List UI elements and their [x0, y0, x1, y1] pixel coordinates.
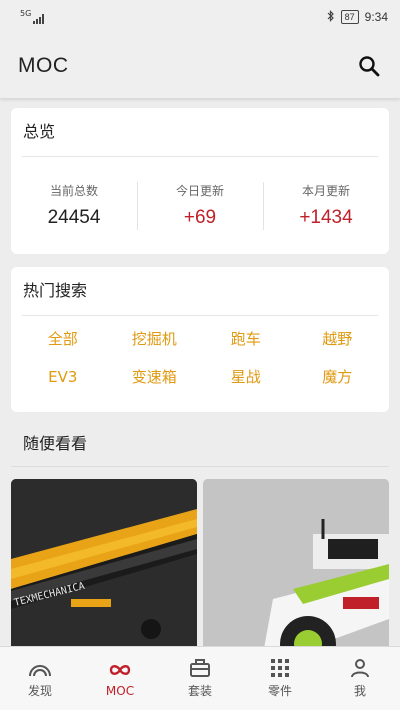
stat-today-value: +69 [183, 207, 217, 228]
stat-month: 本月更新 +1434 [263, 174, 389, 238]
network-indicator: 5G [20, 9, 45, 24]
nav-sets[interactable]: 套装 [160, 647, 240, 710]
stat-total-label: 当前总数 [49, 184, 98, 198]
divider [11, 466, 389, 467]
signal-icon [33, 14, 45, 24]
stat-total-value: 24454 [47, 207, 101, 228]
nav-sets-label: 套装 [187, 684, 212, 698]
status-bar: 5G 87 9:34 [0, 0, 400, 34]
random-section: 随便看看 TEXMECHANICA [11, 426, 389, 654]
hot-tag-all[interactable]: 全部 [17, 328, 109, 350]
app-title: MOC [18, 54, 69, 77]
nav-me[interactable]: 我 [320, 647, 400, 710]
hot-search-card: 热门搜索 全部 挖掘机 跑车 越野 EV3 变速箱 星战 魔方 [11, 267, 389, 412]
hot-tag-ev3[interactable]: EV3 [17, 366, 109, 388]
clock: 9:34 [364, 10, 388, 24]
search-icon [359, 56, 380, 77]
hot-tag-excavator[interactable]: 挖掘机 [109, 328, 201, 350]
battery-level: 87 [344, 12, 355, 22]
app-bar: MOC [0, 34, 400, 98]
battery-icon: 87 [340, 10, 359, 24]
stat-today: 今日更新 +69 [137, 174, 263, 238]
nav-moc-label: MOC [105, 683, 135, 698]
hot-tag-gearbox[interactable]: 变速箱 [109, 366, 201, 388]
moc-image-tractor [203, 479, 389, 654]
grid-dots-icon [270, 658, 290, 678]
nav-parts-label: 零件 [267, 684, 292, 698]
stat-month-label: 本月更新 [301, 184, 350, 198]
random-title: 随便看看 [23, 434, 88, 453]
infinity-icon [107, 660, 133, 680]
moc-thumbnail[interactable] [203, 479, 389, 654]
hot-tag-cube[interactable]: 魔方 [292, 366, 384, 388]
overview-card: 总览 当前总数 24454 今日更新 +69 本月更新 +1434 [11, 108, 389, 254]
overview-title: 总览 [23, 122, 56, 141]
stat-today-label: 今日更新 [175, 184, 224, 198]
nav-parts[interactable]: 零件 [240, 647, 320, 710]
nav-moc[interactable]: MOC [80, 647, 160, 710]
network-type: 5G [20, 9, 32, 18]
briefcase-icon [189, 658, 211, 678]
nav-discover[interactable]: 发现 [0, 647, 80, 710]
stat-total: 当前总数 24454 [11, 174, 137, 238]
bluetooth-icon [327, 9, 335, 25]
moc-thumbnail[interactable]: TEXMECHANICA [11, 479, 197, 654]
person-icon [350, 658, 370, 678]
hot-tag-starwars[interactable]: 星战 [200, 366, 292, 388]
hot-search-title: 热门搜索 [23, 281, 88, 300]
hot-tag-offroad[interactable]: 越野 [292, 328, 384, 350]
stat-month-value: +1434 [299, 207, 353, 228]
search-button[interactable] [354, 51, 384, 81]
moc-image-crane: TEXMECHANICA [11, 479, 197, 654]
nav-me-label: 我 [353, 684, 366, 698]
rainbow-arc-icon [28, 658, 52, 678]
hot-tag-sportscar[interactable]: 跑车 [200, 328, 292, 350]
nav-discover-label: 发现 [27, 684, 52, 698]
bottom-nav: 发现 MOC 套装 零件 我 [0, 646, 400, 710]
